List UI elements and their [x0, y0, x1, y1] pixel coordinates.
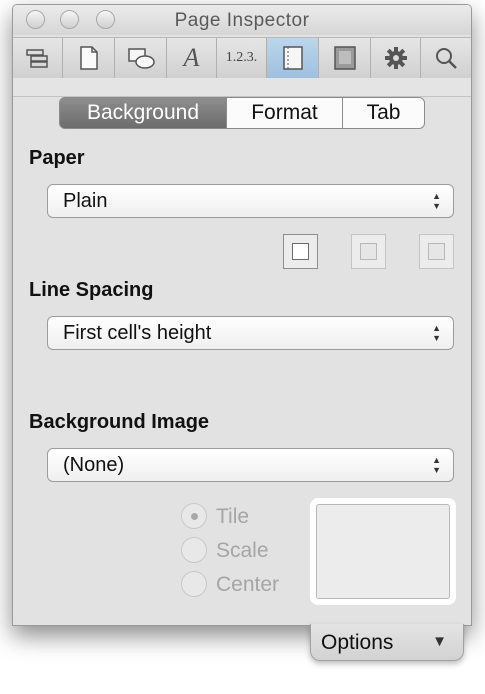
tab-background[interactable]: Background	[59, 97, 227, 129]
radio-scale[interactable]	[181, 537, 207, 563]
line-spacing-popup[interactable]: First cell's height ▲ ▼	[47, 316, 454, 350]
background-image-label: Background Image	[29, 411, 210, 433]
toolbar-subbar	[13, 78, 471, 97]
inspector-toolbar: A 1.2.3.	[13, 37, 471, 79]
layout-icon[interactable]	[267, 38, 319, 78]
tab-tab[interactable]: Tab	[342, 97, 425, 129]
gear-icon[interactable]	[371, 38, 421, 78]
line-spacing-popup-value: First cell's height	[63, 321, 212, 344]
document-structure-icon[interactable]	[13, 38, 63, 78]
radio-tile-label: Tile	[216, 505, 250, 528]
title-bar: Page Inspector	[13, 5, 471, 35]
page-icon[interactable]	[63, 38, 115, 78]
options-label: Options	[321, 631, 394, 654]
paper-label: Paper	[29, 147, 85, 169]
disclosure-triangle-icon: ▼	[432, 633, 447, 650]
radio-tile[interactable]	[181, 503, 207, 529]
paper-style-button-2[interactable]	[351, 234, 386, 269]
shapes-icon[interactable]	[115, 38, 167, 78]
window-title: Page Inspector	[174, 10, 310, 31]
page-inspector-window: Page Inspector A 1.2.3. Background Forma…	[12, 4, 472, 626]
radio-center[interactable]	[181, 571, 207, 597]
list-numbering-icon[interactable]: 1.2.3.	[217, 38, 267, 78]
graphic-icon[interactable]	[319, 38, 371, 78]
background-image-popup-value: (None)	[63, 453, 125, 476]
popup-arrows-icon: ▲ ▼	[432, 455, 441, 475]
radio-scale-label: Scale	[216, 539, 269, 562]
paper-popup-value: Plain	[63, 189, 108, 212]
popup-arrows-icon: ▲ ▼	[432, 191, 441, 211]
line-spacing-label: Line Spacing	[29, 279, 154, 301]
options-button[interactable]: Options ▼	[310, 624, 464, 661]
tab-format[interactable]: Format	[226, 97, 343, 129]
paper-style-button-3[interactable]	[419, 234, 454, 269]
paper-popup[interactable]: Plain ▲ ▼	[47, 184, 454, 218]
radio-center-label: Center	[216, 573, 280, 596]
popup-arrows-icon: ▲ ▼	[432, 323, 441, 343]
image-well[interactable]	[310, 498, 456, 605]
paper-style-button-1[interactable]	[283, 234, 318, 269]
background-image-popup[interactable]: (None) ▲ ▼	[47, 448, 454, 482]
search-icon[interactable]	[421, 38, 471, 78]
text-icon[interactable]: A	[167, 38, 217, 78]
